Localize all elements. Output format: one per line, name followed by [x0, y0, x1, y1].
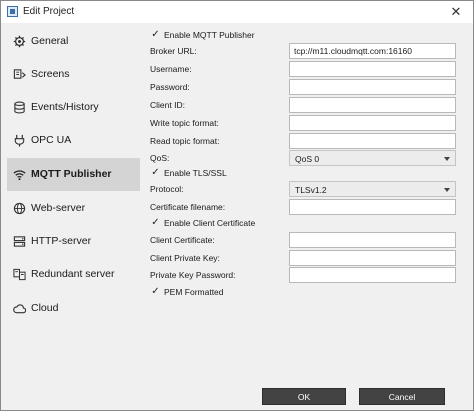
client-private-key-input[interactable] [289, 250, 456, 266]
sidebar-item-opc-ua[interactable]: OPC UA [7, 124, 140, 157]
qos-label: QoS: [150, 153, 170, 163]
close-button[interactable]: ✕ [445, 3, 467, 21]
sidebar-item-screens[interactable]: Screens [7, 58, 140, 91]
pem-formatted-row: ✓ PEM Formatted [146, 284, 466, 300]
write-topic-input[interactable] [289, 115, 456, 131]
broker-url-label: Broker URL: [150, 46, 197, 56]
read-topic-label: Read topic format: [150, 136, 220, 146]
sidebar-item-mqtt-publisher[interactable]: MQTT Publisher [7, 158, 140, 191]
app-icon [7, 6, 18, 17]
qos-select[interactable]: QoS 0 [289, 150, 456, 166]
ok-button[interactable]: OK [262, 388, 346, 405]
enable-tls-checkbox[interactable]: ✓ [150, 167, 161, 178]
sidebar-item-events-history[interactable]: Events/History [7, 91, 140, 124]
sidebar-item-label: MQTT Publisher [31, 168, 112, 180]
edit-project-window: Edit Project ✕ General Screens Events/Hi… [0, 0, 474, 411]
enable-client-cert-checkbox[interactable]: ✓ [150, 217, 161, 228]
pem-formatted-label: PEM Formatted [164, 287, 224, 297]
protocol-row: Protocol: TLSv1.2 [146, 181, 466, 197]
cloud-icon [13, 304, 26, 314]
sidebar-item-label: Web-server [31, 202, 86, 214]
database-icon [14, 101, 25, 114]
enable-client-cert-row: ✓ Enable Client Certificate [146, 215, 466, 231]
enable-client-cert-label: Enable Client Certificate [164, 218, 256, 228]
sidebar-item-label: Events/History [31, 101, 99, 113]
sidebar-item-label: General [31, 35, 69, 47]
qos-value: QoS 0 [295, 154, 320, 164]
private-key-password-input[interactable] [289, 267, 456, 283]
cert-filename-row: Certificate filename: [146, 199, 466, 215]
password-label: Password: [150, 82, 190, 92]
password-row: Password: [146, 79, 466, 95]
title-bar: Edit Project ✕ [1, 1, 473, 23]
cancel-button[interactable]: Cancel [359, 388, 445, 405]
sidebar-item-general[interactable]: General [7, 25, 140, 58]
username-input[interactable] [289, 61, 456, 77]
username-row: Username: [146, 61, 466, 77]
sidebar: General Screens Events/History OPC UA MQ… [5, 25, 141, 330]
broker-url-row: Broker URL: [146, 43, 466, 59]
qos-row: QoS: QoS 0 [146, 150, 466, 166]
sidebar-item-web-server[interactable]: Web-server [7, 192, 140, 225]
client-private-key-row: Client Private Key: [146, 250, 466, 266]
plug-icon [14, 134, 25, 147]
client-cert-input[interactable] [289, 232, 456, 248]
protocol-value: TLSv1.2 [295, 185, 327, 195]
client-id-label: Client ID: [150, 100, 185, 110]
sidebar-item-label: HTTP-server [31, 235, 92, 247]
pem-formatted-checkbox[interactable]: ✓ [150, 286, 161, 297]
chevron-down-icon [444, 188, 450, 192]
read-topic-input[interactable] [289, 133, 456, 149]
wifi-icon [13, 170, 26, 181]
client-cert-label: Client Certificate: [150, 235, 215, 245]
sidebar-item-redundant-server[interactable]: Redundant server [7, 258, 140, 291]
username-label: Username: [150, 64, 192, 74]
sidebar-item-label: Cloud [31, 302, 59, 314]
redundant-server-icon [13, 268, 26, 281]
globe-icon [13, 202, 26, 215]
enable-tls-row: ✓ Enable TLS/SSL [146, 165, 466, 181]
sidebar-item-label: Redundant server [31, 268, 115, 280]
cert-filename-label: Certificate filename: [150, 202, 226, 212]
private-key-password-label: Private Key Password: [150, 270, 236, 280]
window-title: Edit Project [23, 6, 75, 17]
mqtt-settings-form: ✓ Enable MQTT Publisher Broker URL: User… [146, 25, 466, 305]
gear-icon [13, 35, 26, 48]
read-topic-row: Read topic format: [146, 133, 466, 149]
client-id-input[interactable] [289, 97, 456, 113]
client-id-row: Client ID: [146, 97, 466, 113]
write-topic-label: Write topic format: [150, 118, 219, 128]
sidebar-item-http-server[interactable]: HTTP-server [7, 225, 140, 258]
enable-mqtt-checkbox[interactable]: ✓ [150, 29, 161, 40]
broker-url-input[interactable] [289, 43, 456, 59]
private-key-password-row: Private Key Password: [146, 267, 466, 283]
password-input[interactable] [289, 79, 456, 95]
protocol-label: Protocol: [150, 184, 184, 194]
client-cert-row: Client Certificate: [146, 232, 466, 248]
enable-tls-label: Enable TLS/SSL [164, 168, 227, 178]
sidebar-item-label: Screens [31, 68, 70, 80]
enable-mqtt-label: Enable MQTT Publisher [164, 30, 255, 40]
cert-filename-input[interactable] [289, 199, 456, 215]
client-private-key-label: Client Private Key: [150, 253, 220, 263]
chevron-down-icon [444, 157, 450, 161]
protocol-select[interactable]: TLSv1.2 [289, 181, 456, 197]
enable-mqtt-row: ✓ Enable MQTT Publisher [146, 27, 466, 43]
sidebar-item-cloud[interactable]: Cloud [7, 292, 140, 325]
screens-icon [13, 69, 26, 79]
server-icon [13, 236, 26, 247]
write-topic-row: Write topic format: [146, 115, 466, 131]
sidebar-item-label: OPC UA [31, 134, 72, 146]
